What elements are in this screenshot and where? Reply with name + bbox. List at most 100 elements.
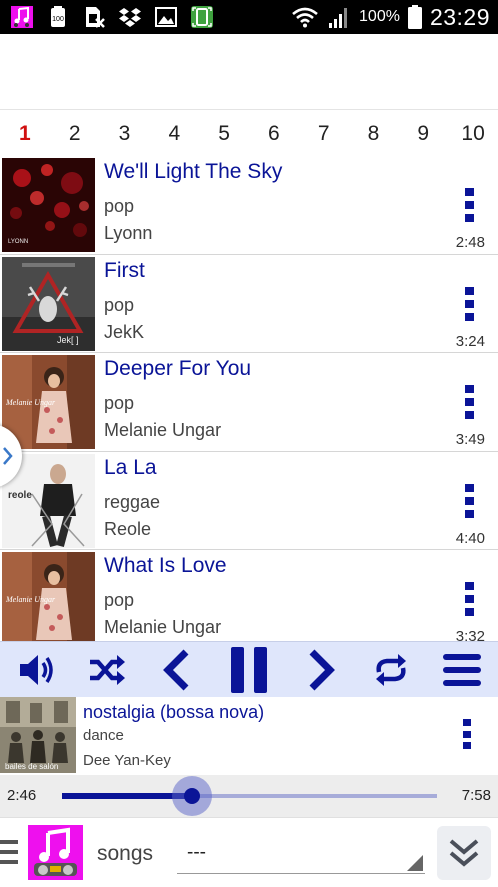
song-options-icon[interactable] <box>464 483 474 518</box>
song-duration: 3:32 <box>455 628 485 641</box>
gallery-icon <box>155 7 177 27</box>
songs-label: songs <box>97 842 154 865</box>
playback-controls <box>0 641 498 697</box>
page-tab-8[interactable]: 8 <box>349 112 399 156</box>
page-tab-6[interactable]: 6 <box>249 112 299 156</box>
dropbox-icon <box>119 8 141 27</box>
song-artist: Lyonn <box>104 223 153 243</box>
next-icon <box>309 649 336 690</box>
now-playing-art-caption: bailes de salón <box>5 762 58 771</box>
app-logo <box>28 825 83 880</box>
playlist-dropdown-value: --- <box>187 842 206 863</box>
music-app-icon <box>11 6 33 28</box>
shuffle-icon <box>89 654 125 685</box>
menu-icon <box>443 653 482 686</box>
song-title: Deeper For You <box>104 357 252 380</box>
song-artist: JekK <box>104 321 145 342</box>
previous-icon <box>162 649 189 690</box>
song-genre: pop <box>104 294 135 315</box>
album-art-caption: reole <box>8 490 32 501</box>
song-options-icon[interactable] <box>464 286 474 321</box>
song-genre: reggae <box>104 491 161 512</box>
song-row[interactable]: Melanie Ungar Deeper For You pop Melanie… <box>0 353 498 452</box>
page-tab-10[interactable]: 10 <box>448 112 498 156</box>
album-art-caption: Jek[ ] <box>57 335 79 345</box>
song-genre: pop <box>104 393 135 413</box>
battery-saver-icon: 100 <box>51 6 65 27</box>
album-art: Melanie Ungar <box>2 552 95 641</box>
song-duration: 3:49 <box>455 431 485 448</box>
page-tab-7[interactable]: 7 <box>299 112 349 156</box>
page-tab-5[interactable]: 5 <box>199 112 249 156</box>
now-playing-genre: dance <box>83 727 124 744</box>
menu-button[interactable] <box>437 645 487 695</box>
album-art: LYONN <box>2 158 95 252</box>
chevron-right-icon <box>3 447 13 465</box>
drawer-menu-icon[interactable] <box>0 840 18 864</box>
song-genre: pop <box>104 590 135 610</box>
song-title: We'll Light The Sky <box>104 160 283 183</box>
seek-thumb[interactable] <box>172 776 213 816</box>
song-options-icon[interactable] <box>464 188 474 222</box>
song-title: First <box>104 258 145 282</box>
no-sim-icon <box>86 7 105 28</box>
volume-button[interactable] <box>11 645 61 695</box>
collapse-button[interactable] <box>437 826 491 880</box>
page-tab-2[interactable]: 2 <box>50 112 100 156</box>
song-artist: Melanie Ungar <box>104 617 222 637</box>
double-chevron-down-icon <box>449 839 479 867</box>
repeat-button[interactable] <box>366 645 416 695</box>
total-time: 7:58 <box>461 787 491 804</box>
screenshot-icon <box>191 6 213 28</box>
song-genre: pop <box>104 196 135 216</box>
bottom-bar: songs --- <box>0 817 498 887</box>
system-indicators: 100% 23:29 <box>291 3 490 31</box>
album-art: Jek[ ] <box>2 256 95 351</box>
next-button[interactable] <box>295 645 345 695</box>
notification-icons: 100 <box>10 5 214 29</box>
page-tab-9[interactable]: 9 <box>398 112 448 156</box>
battery-icon <box>407 5 422 29</box>
song-options-icon[interactable] <box>464 385 474 419</box>
now-playing-artist: Dee Yan-Key <box>83 752 171 769</box>
wifi-icon <box>292 7 318 28</box>
album-art-caption: Melanie Ungar <box>5 595 56 604</box>
song-row[interactable]: Jek[ ] First pop JekK 3:24 <box>0 255 498 353</box>
now-playing-options-icon[interactable] <box>463 719 471 749</box>
album-art-caption: Melanie Ungar <box>5 398 56 407</box>
song-row[interactable]: reole La La reggae Reole 4:40 <box>0 452 498 550</box>
repeat-icon <box>376 653 407 686</box>
playlist-dropdown[interactable]: --- <box>177 838 425 874</box>
album-art-caption: LYONN <box>8 239 28 245</box>
now-playing[interactable]: bailes de salón nostalgia (bossa nova) d… <box>0 697 498 775</box>
song-duration: 3:24 <box>455 332 485 350</box>
page-tab-1[interactable]: 1 <box>0 112 50 156</box>
song-options-icon[interactable] <box>464 582 474 616</box>
song-row[interactable]: LYONN We'll Light The Sky pop Lyonn 2:48 <box>0 156 498 255</box>
song-artist: Reole <box>104 518 152 539</box>
previous-button[interactable] <box>153 645 203 695</box>
song-list: LYONN We'll Light The Sky pop Lyonn 2:48… <box>0 156 498 641</box>
signal-icon <box>329 8 348 28</box>
battery-percentage: 100% <box>359 8 400 25</box>
dropdown-arrow-icon <box>407 855 423 871</box>
song-title: What Is Love <box>104 554 227 577</box>
music-player-screen: 100 100% 23:29 1 2 3 4 5 6 7 8 9 10 LYON… <box>0 0 498 887</box>
song-row[interactable]: Melanie Ungar What Is Love pop Melanie U… <box>0 550 498 641</box>
page-tab-3[interactable]: 3 <box>100 112 150 156</box>
page-tab-4[interactable]: 4 <box>149 112 199 156</box>
pause-button[interactable] <box>224 645 274 695</box>
now-playing-title: nostalgia (bossa nova) <box>83 702 265 722</box>
seek-track[interactable] <box>62 776 437 816</box>
seek-bar: 2:46 7:58 <box>0 775 498 817</box>
song-title: La La <box>104 455 157 479</box>
svg-text:100: 100 <box>52 16 64 23</box>
shuffle-button[interactable] <box>82 645 132 695</box>
song-duration: 4:40 <box>455 529 485 547</box>
clock: 23:29 <box>429 3 490 30</box>
song-artist: Melanie Ungar <box>104 420 222 440</box>
page-tabs: 1 2 3 4 5 6 7 8 9 10 <box>0 112 498 156</box>
now-playing-album-art: bailes de salón <box>0 697 76 773</box>
elapsed-time: 2:46 <box>7 787 37 804</box>
album-art: Melanie Ungar <box>2 355 95 449</box>
